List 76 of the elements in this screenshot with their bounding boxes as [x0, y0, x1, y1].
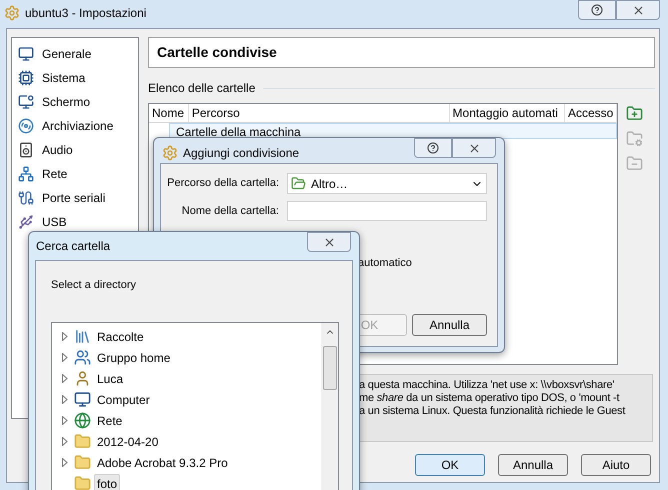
- expand-arrow-icon[interactable]: [62, 416, 68, 425]
- tree-item[interactable]: Computer: [94, 390, 153, 410]
- dialog-button[interactable]: Annulla: [412, 314, 487, 336]
- column-header[interactable]: Nome: [149, 104, 189, 122]
- sidebar-item[interactable]: Rete: [12, 162, 138, 186]
- chip-icon: [18, 70, 34, 86]
- folder-icon: [74, 475, 91, 490]
- field-label: Percorso della cartella:: [166, 176, 279, 192]
- help-icon: [591, 4, 603, 16]
- help-button[interactable]: [414, 138, 452, 158]
- sidebar-item[interactable]: USB: [12, 210, 138, 234]
- field-label: Nome della cartella:: [180, 204, 279, 219]
- disc-icon: [18, 118, 34, 134]
- close-icon: [468, 142, 480, 154]
- sidebar-item[interactable]: Archiviazione: [12, 114, 138, 138]
- tree-item[interactable]: Raccolte: [94, 326, 147, 346]
- checkbox-label: automatico: [357, 256, 413, 271]
- usb-icon: [18, 214, 34, 230]
- folder-icon: [74, 454, 91, 471]
- expand-arrow-icon[interactable]: [62, 437, 68, 446]
- computer-icon: [74, 391, 91, 408]
- dialog-button[interactable]: Aiuto: [581, 454, 651, 476]
- gear-icon: [4, 5, 20, 21]
- scrollbar[interactable]: [321, 323, 338, 490]
- dialog-button[interactable]: Annulla: [498, 454, 568, 476]
- expand-arrow-icon[interactable]: [62, 374, 68, 383]
- section-label: Elenco delle cartelle: [148, 80, 256, 97]
- table-row[interactable]: Cartelle della macchina: [169, 123, 617, 139]
- folder-icon: [291, 176, 306, 191]
- sidebar-item[interactable]: Porte seriali: [12, 186, 138, 210]
- tree-item[interactable]: Gruppo home: [94, 348, 174, 368]
- close-button[interactable]: [452, 138, 496, 158]
- folder-icon: [74, 433, 91, 450]
- expand-arrow-icon[interactable]: [62, 395, 68, 404]
- sidebar-item[interactable]: Schermo: [12, 90, 138, 114]
- column-header[interactable]: Montaggio automati: [450, 104, 565, 122]
- tree-item[interactable]: Luca: [94, 368, 126, 388]
- user-icon: [74, 370, 91, 387]
- people-icon: [74, 349, 91, 366]
- globe-icon: [74, 412, 91, 429]
- network-icon: [18, 166, 34, 182]
- expand-arrow-icon[interactable]: [62, 332, 68, 341]
- help-icon: [427, 142, 439, 154]
- dialog-title: Aggiungi condivisione: [183, 145, 300, 162]
- tree-item[interactable]: Adobe Acrobat 9.3.2 Pro: [94, 452, 231, 472]
- info-text: me share da un sistema operativo tipo DOS, o 'mount -t: [359, 392, 620, 405]
- tree-item[interactable]: 2012-04-20: [94, 432, 162, 452]
- input-field[interactable]: [287, 201, 487, 221]
- plug-icon: [18, 190, 34, 206]
- expand-arrow-icon[interactable]: [62, 458, 68, 467]
- column-header[interactable]: Accesso: [565, 104, 617, 122]
- monitor-icon: [18, 94, 34, 110]
- tree-item[interactable]: foto: [94, 474, 120, 490]
- scroll-thumb[interactable]: [322, 346, 336, 390]
- tree-item[interactable]: Rete: [94, 410, 126, 430]
- close-button[interactable]: [307, 232, 351, 252]
- library-icon: [74, 328, 91, 345]
- prompt-text: Select a directory: [51, 279, 136, 291]
- close-icon: [322, 236, 336, 248]
- sidebar-item[interactable]: Audio: [12, 138, 138, 162]
- close-icon: [632, 4, 644, 16]
- close-button[interactable]: [616, 0, 660, 20]
- speaker-icon: [18, 142, 34, 158]
- monitor-icon: [18, 46, 34, 62]
- folder-dropdown[interactable]: Altro…: [287, 173, 487, 194]
- dialog-button[interactable]: OK: [415, 454, 485, 476]
- add-folder-icon[interactable]: [626, 105, 643, 122]
- sidebar-item[interactable]: Sistema: [12, 66, 138, 90]
- help-button[interactable]: [578, 0, 616, 20]
- sidebar-item[interactable]: Generale: [12, 42, 138, 66]
- dialog-title: Cerca cartella: [36, 238, 110, 255]
- gear-icon: [162, 145, 178, 161]
- column-header[interactable]: Percorso: [188, 104, 450, 122]
- window-title: ubuntu3 - Impostazioni: [25, 5, 146, 22]
- page-header: Cartelle condivise: [148, 37, 655, 68]
- expand-arrow-icon[interactable]: [62, 353, 68, 362]
